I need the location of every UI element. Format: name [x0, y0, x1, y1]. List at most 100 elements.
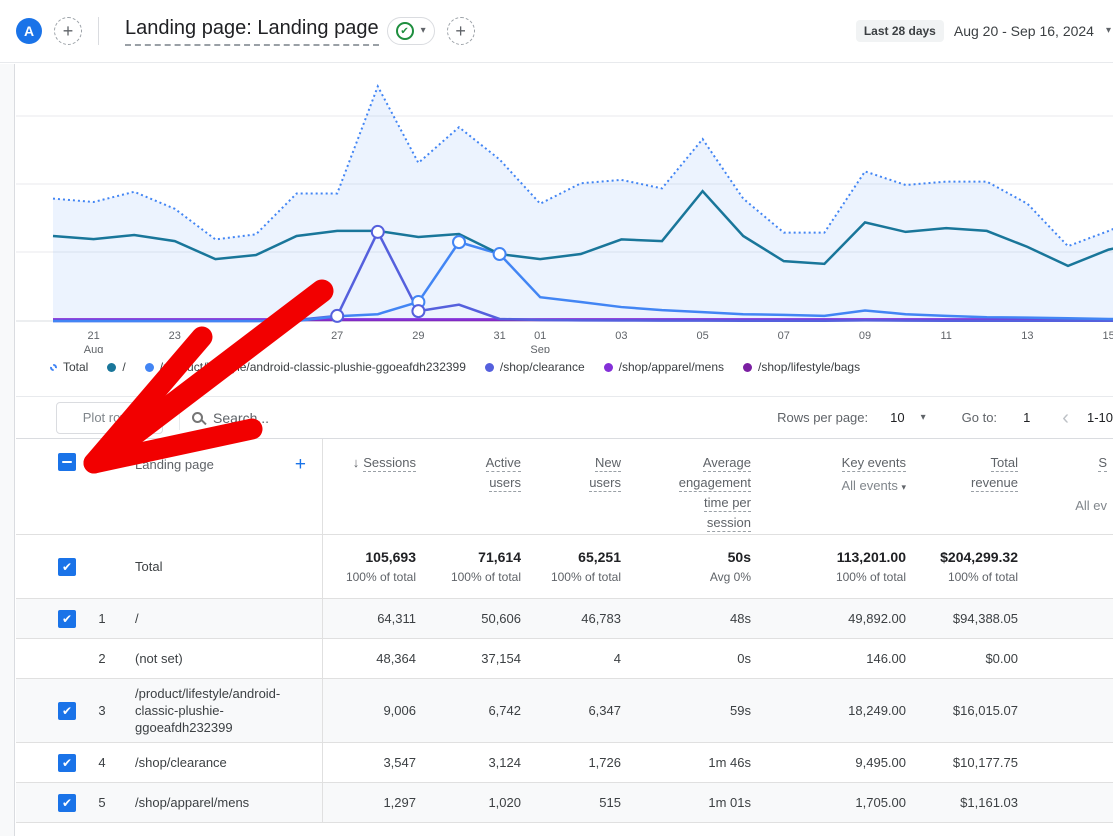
- chart-block: 21Aug232527293101Sep03050709111315 Total…: [16, 63, 1113, 374]
- x-axis-label: 09: [859, 330, 871, 342]
- row-checkbox[interactable]: ✔: [58, 702, 76, 720]
- metric-cell: 6,347: [527, 703, 627, 718]
- metric-cell: $10,177.75: [912, 755, 1024, 770]
- legend-label: Total: [63, 360, 88, 374]
- legend-item[interactable]: /product/lifestyle/android-classic-plush…: [145, 360, 466, 374]
- total-avg-engagement: 50s: [627, 549, 751, 565]
- metric-cell: 48s: [627, 611, 757, 626]
- legend-dot-icon: [107, 363, 116, 372]
- total-area-fill: [53, 86, 1113, 321]
- row-checkbox[interactable]: ✔: [58, 610, 76, 628]
- search-icon: [192, 412, 203, 423]
- report-body: 21Aug232527293101Sep03050709111315 Total…: [16, 63, 1113, 823]
- data-point-marker: [331, 310, 343, 322]
- metric-cell: 3,124: [422, 755, 527, 770]
- metric-cell: 1m 01s: [627, 795, 757, 810]
- metric-cell: $1,161.03: [912, 795, 1024, 810]
- metric-cell: 49,892.00: [757, 611, 912, 626]
- plot-rows-button[interactable]: Plot rows: [56, 402, 163, 434]
- x-axis-label: 13: [1021, 330, 1033, 342]
- data-point-marker: [494, 248, 506, 260]
- data-point-marker: [412, 305, 424, 317]
- metric-cell: $0.00: [912, 651, 1024, 666]
- legend-label: /shop/clearance: [500, 360, 585, 374]
- row-checkbox[interactable]: ✔: [58, 754, 76, 772]
- check-circle-icon: ✔: [396, 22, 414, 40]
- legend-item[interactable]: /shop/clearance: [485, 360, 585, 374]
- date-caret-icon[interactable]: ▾: [1106, 26, 1111, 36]
- data-point-marker: [453, 236, 465, 248]
- row-number: 2: [82, 651, 122, 666]
- total-sessions: 105,693: [322, 549, 416, 565]
- report-status-pill[interactable]: ✔ ▾: [387, 17, 435, 45]
- x-axis-month-label: Sep: [530, 344, 550, 353]
- metric-cell: 3,547: [322, 755, 422, 770]
- previous-page-icon[interactable]: ‹: [1062, 408, 1069, 428]
- session-key-event-rate-header[interactable]: S All ev: [1024, 439, 1113, 516]
- active-users-header[interactable]: Active users: [422, 439, 527, 493]
- metric-cell: 146.00: [757, 651, 912, 666]
- legend-dashed-ring-icon: [50, 364, 57, 371]
- key-events-header[interactable]: Key events All events ▾: [757, 439, 912, 496]
- total-new-users: 65,251: [527, 549, 621, 565]
- date-range-value[interactable]: Aug 20 - Sep 16, 2024: [954, 23, 1094, 39]
- add-comparison-button[interactable]: +: [54, 17, 82, 45]
- row-number: 5: [82, 795, 122, 810]
- table-rows: ✔1/64,31150,60646,78348s49,892.00$94,388…: [16, 599, 1113, 823]
- metric-cell: 515: [527, 795, 627, 810]
- sessions-header[interactable]: ↓Sessions: [322, 439, 422, 473]
- avg-engagement-header[interactable]: Average engagement time per session: [627, 439, 757, 533]
- metric-cell: 1m 46s: [627, 755, 757, 770]
- metric-cell: $16,015.07: [912, 703, 1024, 718]
- select-all-checkbox[interactable]: [58, 453, 76, 471]
- search-input[interactable]: Search...: [192, 410, 269, 426]
- legend-label: /shop/lifestyle/bags: [758, 360, 860, 374]
- x-axis-label: 23: [169, 330, 181, 342]
- page-title[interactable]: Landing page: Landing page: [125, 17, 379, 46]
- legend-item[interactable]: /shop/apparel/mens: [604, 360, 724, 374]
- avatar[interactable]: A: [16, 18, 42, 44]
- total-revenue-header[interactable]: Total revenue: [912, 439, 1024, 493]
- key-events-filter[interactable]: All events ▾: [757, 476, 906, 496]
- metric-cell: 64,311: [322, 611, 422, 626]
- add-column-icon[interactable]: +: [295, 455, 306, 474]
- dimension-header[interactable]: Landing page: [135, 457, 214, 472]
- x-axis-label: 31: [493, 330, 505, 342]
- row-checkbox[interactable]: ✔: [58, 794, 76, 812]
- metric-cell: 4: [527, 651, 627, 666]
- table-toolbar: Plot rows Search... Rows per page: 10 ▾ …: [16, 396, 1113, 438]
- goto-page-input[interactable]: 1: [1023, 410, 1030, 425]
- table-row: ✔5/shop/apparel/mens1,2971,0205151m 01s1…: [16, 783, 1113, 823]
- last-column-filter: All ev: [1024, 496, 1107, 516]
- landing-page-cell: (not set): [122, 644, 322, 673]
- app-bar: A + Landing page: Landing page ✔ ▾ + Las…: [0, 0, 1113, 63]
- total-revenue: $204,299.32: [912, 549, 1018, 565]
- x-axis-label: 27: [331, 330, 343, 342]
- totals-label: Total: [122, 559, 322, 574]
- ga4-landing-page-report: A + Landing page: Landing page ✔ ▾ + Las…: [0, 0, 1113, 836]
- filter-caret-icon: ▾: [901, 482, 906, 492]
- new-users-header[interactable]: New users: [527, 439, 627, 493]
- add-button[interactable]: +: [447, 17, 475, 45]
- left-rail: [0, 64, 15, 836]
- x-axis-label: 25: [250, 330, 262, 342]
- divider: [98, 17, 99, 45]
- totals-row: ✔ Total 105,693100% of total 71,614100% …: [16, 535, 1113, 599]
- rows-per-page-caret-icon[interactable]: ▾: [921, 413, 926, 423]
- legend-dot-icon: [145, 363, 154, 372]
- table-header-row: Landing page + ↓Sessions Active users Ne…: [16, 439, 1113, 535]
- metric-cell: 50,606: [422, 611, 527, 626]
- legend-item[interactable]: Total: [50, 360, 88, 374]
- landing-page-cell: /: [122, 604, 322, 633]
- row-number: 1: [82, 611, 122, 626]
- page-range: 1-10: [1087, 410, 1113, 425]
- column-divider: [322, 439, 323, 823]
- date-range-chip[interactable]: Last 28 days: [856, 20, 944, 42]
- legend-dot-icon: [743, 363, 752, 372]
- legend-item[interactable]: /shop/lifestyle/bags: [743, 360, 860, 374]
- rows-per-page-value[interactable]: 10: [890, 410, 904, 425]
- legend-item[interactable]: /: [107, 360, 125, 374]
- x-axis-label: 05: [696, 330, 708, 342]
- totals-checkbox[interactable]: ✔: [58, 558, 76, 576]
- metric-cell: 18,249.00: [757, 703, 912, 718]
